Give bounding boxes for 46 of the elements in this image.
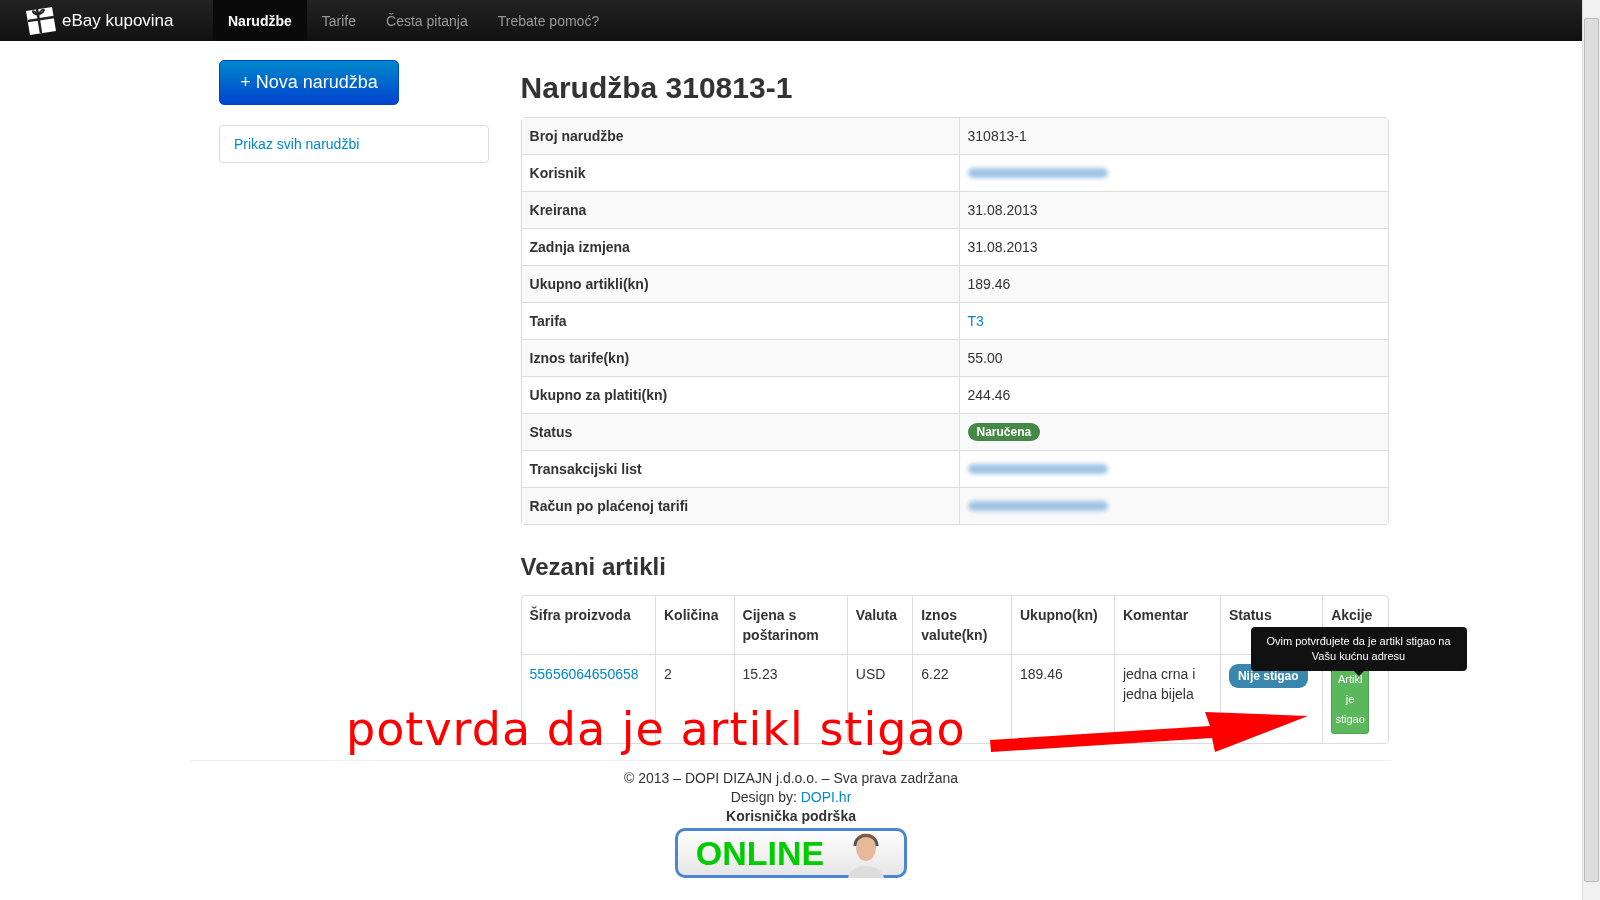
- field-label: Status: [521, 413, 959, 450]
- all-orders-link[interactable]: Prikaz svih narudžbi: [234, 136, 360, 152]
- table-cell: jedna crna i jedna bijela: [1122, 666, 1196, 702]
- field-value: 244.46: [967, 387, 1011, 403]
- section-title: Vezani artikli: [520, 553, 667, 581]
- field-label: Tarifa: [521, 302, 959, 339]
- product-code-link[interactable]: 55656064650658: [529, 666, 639, 682]
- column-header: Cijena s poštarinom: [733, 596, 847, 654]
- field-label: Kreirana: [521, 191, 959, 228]
- order-title: Narudžba 310813-1: [520, 71, 794, 105]
- field-label: Zadnja izmjena: [521, 228, 959, 265]
- tariff-link[interactable]: T3: [967, 313, 984, 329]
- column-header: Ukupno(kn): [1011, 596, 1114, 654]
- field-value: 310813-1: [967, 128, 1027, 144]
- field-label: Ukupno artikli(kn): [521, 265, 959, 302]
- field-label: Iznos tarife(kn): [521, 339, 959, 376]
- designer-link[interactable]: DOPI.hr: [800, 789, 852, 805]
- table-cell: 2: [664, 666, 672, 682]
- field-label: Broj narudžbe: [528, 127, 625, 146]
- field-value: 55.00: [967, 350, 1003, 366]
- table-cell: 15.23: [742, 666, 778, 682]
- field-value: 31.08.2013: [967, 239, 1038, 255]
- field-label: Ukupno za platiti(kn): [521, 376, 959, 413]
- column-header: Količina: [655, 596, 734, 654]
- table-cell: 189.46: [1020, 666, 1063, 682]
- status-badge: Naručena: [967, 423, 1041, 441]
- new-order-button[interactable]: + Nova narudžba: [219, 60, 399, 105]
- design-label: Design by:: [730, 789, 797, 805]
- field-label: Transakcijski list: [521, 450, 959, 487]
- table-cell: 6.22: [921, 666, 949, 682]
- support-label: Korisnička podrška: [725, 807, 857, 826]
- column-header: Iznos valute(kn): [912, 596, 1011, 654]
- table-cell: USD: [855, 666, 886, 682]
- field-value: 189.46: [967, 276, 1011, 292]
- field-value: 31.08.2013: [967, 202, 1038, 218]
- column-header: Šifra proizvoda: [528, 605, 632, 625]
- column-header: Komentar: [1113, 596, 1220, 654]
- field-label: Korisnik: [521, 154, 959, 191]
- nav-tab[interactable]: Česta pitanja: [371, 0, 483, 41]
- nav-tab[interactable]: Tarife: [306, 0, 372, 41]
- nav-tab[interactable]: Trebate pomoć?: [482, 0, 615, 41]
- column-header: Valuta: [846, 596, 913, 654]
- nav-tab[interactable]: Narudžbe: [213, 0, 307, 41]
- copyright-text: © 2013 – DOPI DIZAJN j.d.o.o. – Sva prava zadržana: [623, 769, 959, 788]
- field-label: Račun po plaćenoj tarifi: [521, 487, 959, 524]
- brand-link[interactable]: eBay kupovina: [24, 0, 189, 41]
